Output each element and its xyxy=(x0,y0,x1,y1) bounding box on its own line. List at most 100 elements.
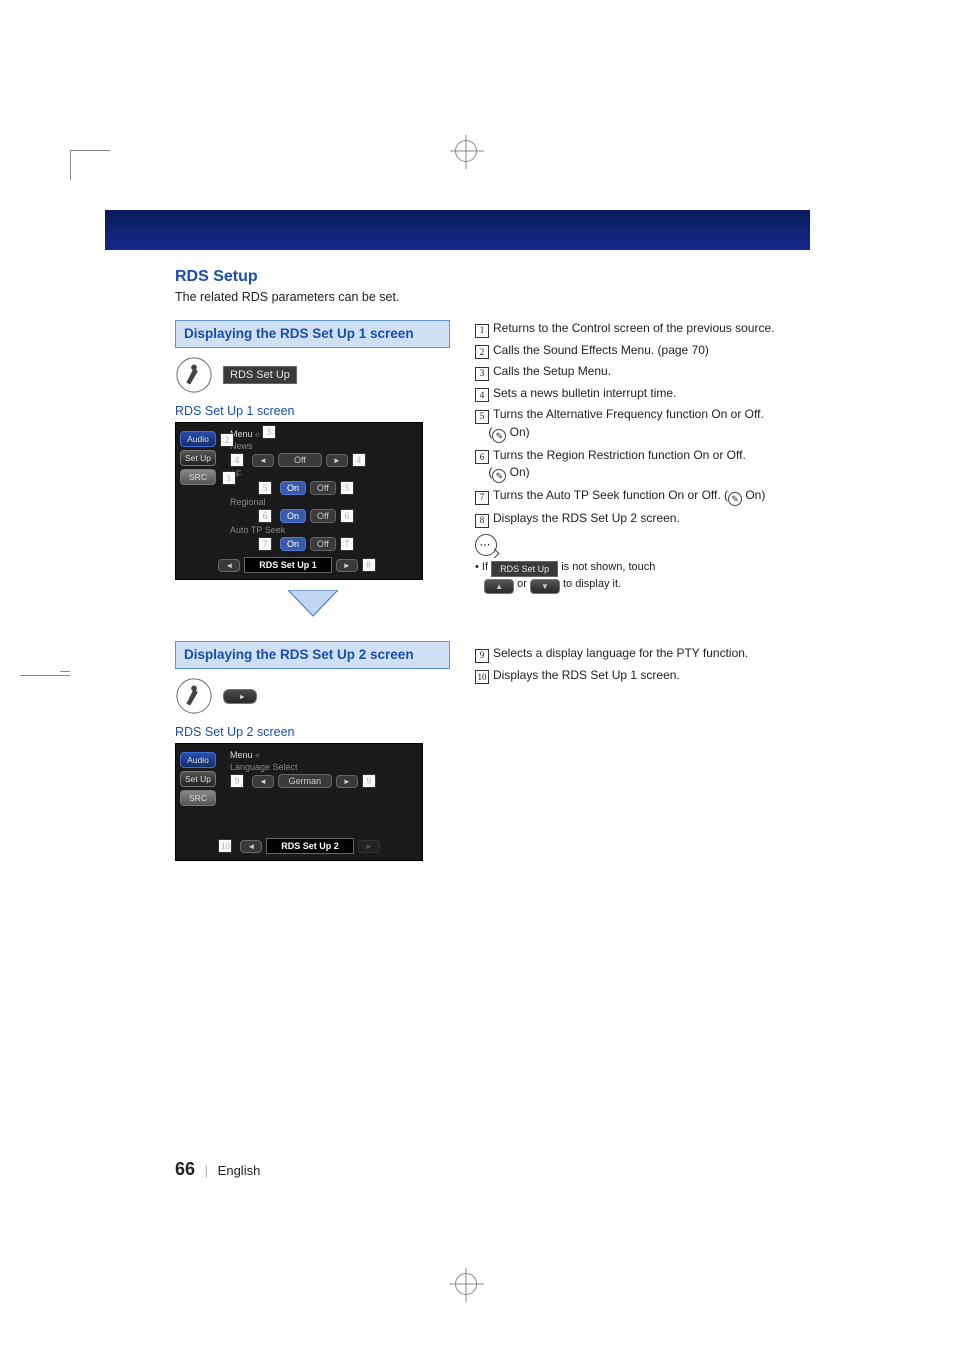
callout-4-right: 4 xyxy=(352,453,366,467)
page-footer: 66 | English xyxy=(175,1159,260,1180)
row-news-label: News xyxy=(230,441,290,451)
touch-hand-icon xyxy=(175,356,213,394)
d1-t5: Turns the Alternative Frequency function… xyxy=(493,407,764,421)
down-key-icon: ▼ xyxy=(530,579,560,594)
d2-n9: 9 xyxy=(475,649,489,663)
screen1-footer: RDS Set Up 1 xyxy=(244,557,332,573)
sidebar-btn-src: SRC xyxy=(180,469,216,485)
callout-6-right: 6 xyxy=(340,509,354,523)
pen-icon xyxy=(492,469,506,483)
footer-prev: ◄ xyxy=(218,559,240,572)
header-bar xyxy=(105,210,810,250)
d1-t8: Displays the RDS Set Up 2 screen. xyxy=(493,511,680,525)
sidebar2-btn-setup: Set Up xyxy=(180,771,216,787)
up-key-icon: ▲ xyxy=(484,579,514,594)
d1-n8: 8 xyxy=(475,514,489,528)
news-next: ► xyxy=(326,454,348,467)
sidebar-btn-audio: Audio xyxy=(180,431,216,447)
d2-n10: 10 xyxy=(475,670,489,684)
regional-on: On xyxy=(280,509,306,523)
d1-n3: 3 xyxy=(475,367,489,381)
description-list-1: 1 Returns to the Control screen of the pr… xyxy=(475,320,815,528)
news-value: Off xyxy=(278,453,322,467)
footer-next: ► xyxy=(336,559,358,572)
screen1-caption: RDS Set Up 1 screen xyxy=(175,404,450,418)
note-mid: is not shown, touch xyxy=(561,561,655,573)
d1-t7b: On) xyxy=(742,488,765,502)
section-subtitle: The related RDS parameters can be set. xyxy=(175,290,815,304)
crop-mark-tl xyxy=(70,150,110,180)
rds-setup-pill: RDS Set Up xyxy=(223,366,297,384)
touch-hand-icon xyxy=(175,677,213,715)
panel1-title-text: Displaying the RDS Set Up 1 screen xyxy=(184,326,414,341)
rds-screen-1: Audio Set Up SRC 2 1 3 Menu « News 4 ◄ O… xyxy=(175,422,423,580)
d1-t2: Calls the Sound Effects Menu. (page 70) xyxy=(493,343,709,357)
lang-value: German xyxy=(278,774,332,788)
callout-5-right: 5 xyxy=(340,481,354,495)
panel2-title-text: Displaying the RDS Set Up 2 screen xyxy=(184,647,414,662)
panel2-title: Displaying the RDS Set Up 2 screen xyxy=(175,641,450,669)
lang-next: ► xyxy=(336,775,358,788)
d2-t9: Selects a display language for the PTY f… xyxy=(493,646,748,660)
autotp-off: Off xyxy=(310,537,336,551)
callout-7-right: 7 xyxy=(340,537,354,551)
footer2-next: ► xyxy=(358,840,380,853)
pen-icon xyxy=(492,429,506,443)
d1-t4: Sets a news bulletin interrupt time. xyxy=(493,386,676,400)
af-off: Off xyxy=(310,481,336,495)
callout-9-left: 9 xyxy=(230,774,244,788)
callout-4-left: 4 xyxy=(230,453,244,467)
panel1-title: Displaying the RDS Set Up 1 screen xyxy=(175,320,450,348)
d1-n1: 1 xyxy=(475,324,489,338)
section-title: RDS Setup xyxy=(175,268,815,286)
d1-t7: Turns the Auto TP Seek function On or Of… xyxy=(493,488,728,502)
callout-3: 3 xyxy=(262,425,276,439)
af-on: On xyxy=(280,481,306,495)
screen2-caption: RDS Set Up 2 screen xyxy=(175,725,450,739)
footer2-prev: ◄ xyxy=(240,840,262,853)
screen2-footer: RDS Set Up 2 xyxy=(266,838,354,854)
crop-mark-bottom-center xyxy=(455,1273,477,1300)
sidebar2-btn-audio: Audio xyxy=(180,752,216,768)
note-or: or xyxy=(517,578,530,590)
d1-t3: Calls the Setup Menu. xyxy=(493,364,611,378)
d1-t6: Turns the Region Restriction function On… xyxy=(493,448,746,462)
sidebar2-btn-src: SRC xyxy=(180,790,216,806)
callout-6-left: 6 xyxy=(258,509,272,523)
rds-screen-2: Audio Set Up SRC Menu « Language Select … xyxy=(175,743,423,861)
lang-prev: ◄ xyxy=(252,775,274,788)
d1-t1: Returns to the Control screen of the pre… xyxy=(493,321,774,335)
d1-n4: 4 xyxy=(475,388,489,402)
row-regional-label: Regional xyxy=(230,497,290,507)
d1-t6b: On) xyxy=(506,465,529,479)
d1-n2: 2 xyxy=(475,345,489,359)
d1-t5b: On) xyxy=(506,425,529,439)
callout-8: 8 xyxy=(362,558,376,572)
callout-7-left: 7 xyxy=(258,537,272,551)
regional-off: Off xyxy=(310,509,336,523)
note-icon xyxy=(475,534,497,556)
callout-10: 10 xyxy=(218,839,232,853)
next-pill xyxy=(223,689,257,704)
row-autotp-label: Auto TP Seek xyxy=(230,525,302,535)
crop-mark-top-center xyxy=(455,140,477,167)
d1-n7: 7 xyxy=(475,491,489,505)
note-pill: RDS Set Up xyxy=(491,561,558,578)
callout-1: 1 xyxy=(222,471,236,485)
row-lang-label: Language Select xyxy=(230,762,320,772)
crop-mark-left-center xyxy=(20,675,70,705)
sidebar-btn-setup: Set Up xyxy=(180,450,216,466)
note-text: • If RDS Set Up is not shown, touch ▲ or… xyxy=(475,560,815,595)
pen-icon xyxy=(728,492,742,506)
callout-9-right: 9 xyxy=(362,774,376,788)
note-end: to display it. xyxy=(563,578,621,590)
page-lang: English xyxy=(218,1163,261,1178)
news-prev: ◄ xyxy=(252,454,274,467)
note-prefix: If xyxy=(482,561,491,573)
d2-t10: Displays the RDS Set Up 1 screen. xyxy=(493,668,680,682)
d1-n5: 5 xyxy=(475,410,489,424)
down-arrow-icon xyxy=(175,590,450,625)
callout-5-left: 5 xyxy=(258,481,272,495)
callout-2: 2 xyxy=(220,433,234,447)
page-number: 66 xyxy=(175,1159,195,1179)
